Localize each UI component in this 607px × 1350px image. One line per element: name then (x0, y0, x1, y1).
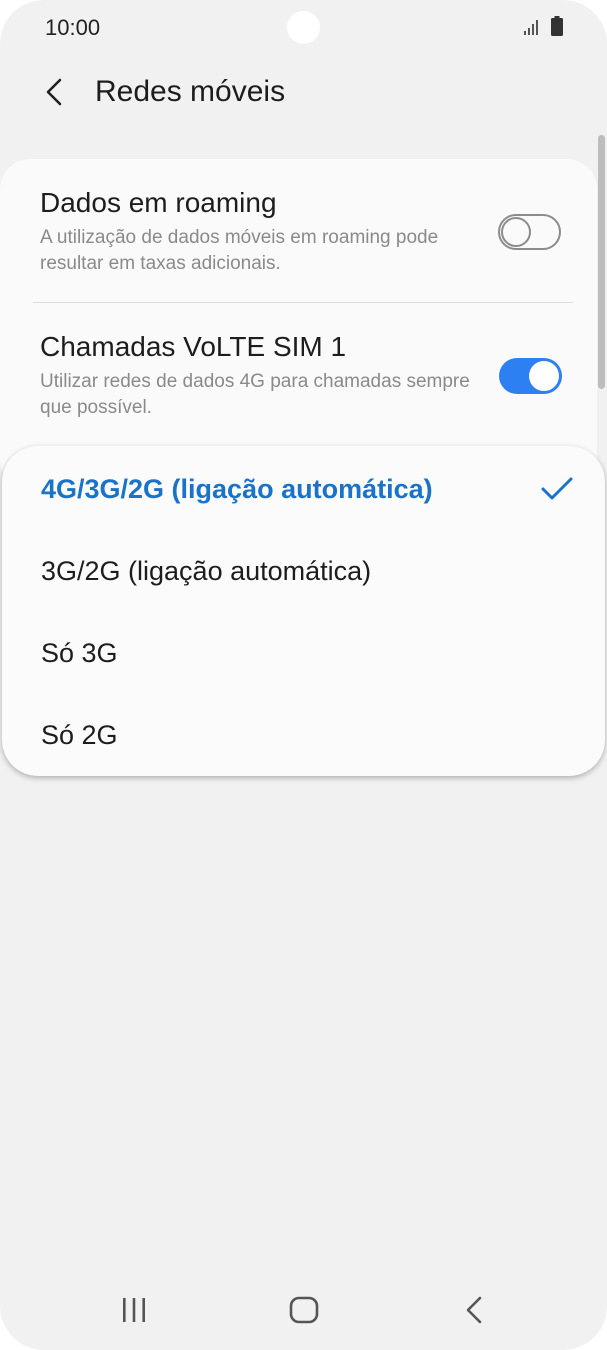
roaming-toggle[interactable] (498, 214, 561, 250)
checkmark-icon (541, 477, 573, 500)
divider (33, 302, 573, 303)
nav-back-button[interactable] (444, 1288, 504, 1332)
signal-icon (524, 20, 538, 35)
phone-screen: 10:00 Redes móveis Dados em roaming A ut… (0, 0, 607, 1350)
network-mode-popup: 4G/3G/2G (ligação automática) 3G/2G (lig… (2, 446, 605, 776)
battery-icon (551, 16, 563, 36)
option-2g-only[interactable]: Só 2G (2, 694, 605, 776)
chevron-left-icon (46, 78, 62, 106)
home-button[interactable] (274, 1288, 334, 1332)
front-camera-cutout (287, 11, 320, 44)
setting-volte-description: Utilizar redes de dados 4G para chamadas… (40, 371, 470, 418)
page-title: Redes móveis (95, 75, 286, 108)
status-bar: 10:00 (0, 0, 607, 56)
header: Redes móveis (0, 60, 607, 130)
option-label: Só 2G (41, 720, 118, 750)
option-label: 4G/3G/2G (ligação automática) (41, 474, 433, 504)
back-icon (466, 1296, 482, 1324)
option-4g-3g-2g[interactable]: 4G/3G/2G (ligação automática) (2, 448, 605, 530)
recent-apps-icon (123, 1298, 145, 1322)
option-label: 3G/2G (ligação automática) (41, 556, 372, 586)
toggle-knob (527, 359, 561, 393)
scrollbar[interactable] (598, 135, 605, 389)
setting-roaming-description: A utilização de dados móveis em roaming … (40, 227, 439, 274)
option-label: Só 3G (41, 638, 118, 668)
option-3g-only[interactable]: Só 3G (2, 612, 605, 694)
setting-roaming-title: Dados em roaming (40, 187, 277, 218)
recent-apps-button[interactable] (104, 1288, 164, 1332)
option-3g-2g[interactable]: 3G/2G (ligação automática) (2, 530, 605, 612)
navigation-bar (0, 1270, 607, 1350)
setting-volte-title: Chamadas VoLTE SIM 1 (40, 331, 347, 362)
settings-card: Dados em roaming A utilização de dados m… (0, 159, 597, 489)
toggle-knob (501, 217, 531, 247)
volte-toggle[interactable] (499, 358, 562, 394)
status-time: 10:00 (45, 15, 101, 40)
back-button[interactable] (36, 72, 72, 112)
home-icon (289, 1296, 319, 1324)
